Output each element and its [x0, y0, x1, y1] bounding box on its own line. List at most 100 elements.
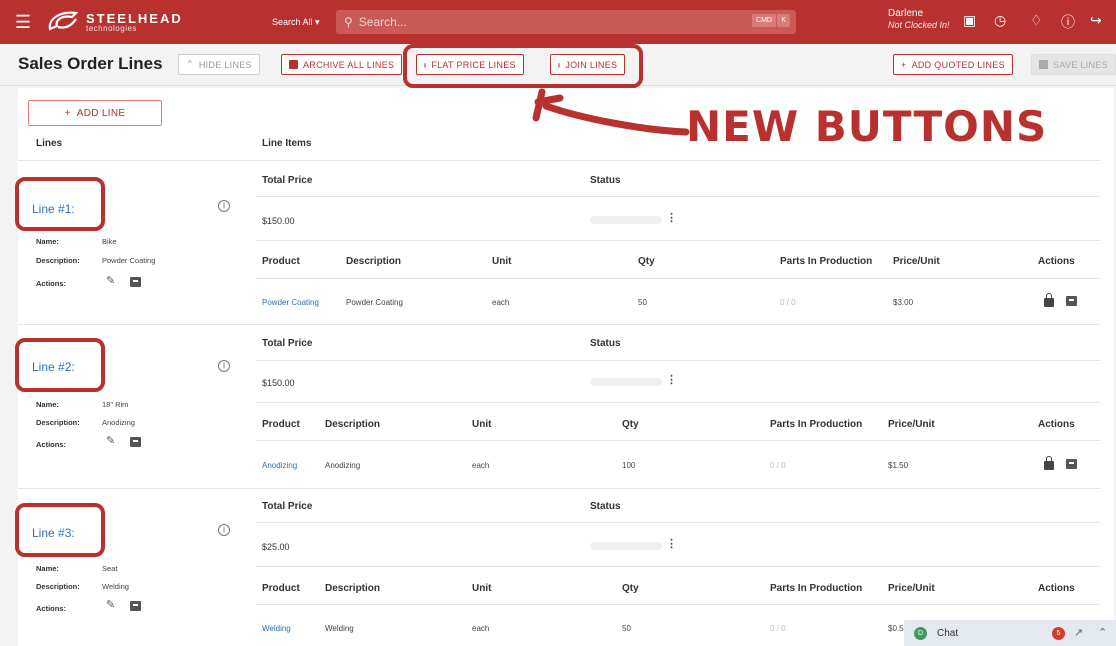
name-label: Name: [36, 237, 59, 246]
product-link[interactable]: Powder Coating [262, 298, 319, 307]
column-header: Product [262, 419, 300, 430]
sales-order-lines-panel: + ADD LINE Lines Line #1: i Name: Bike D… [18, 88, 1114, 646]
lines-header: Lines [36, 138, 63, 149]
save-icon [1039, 60, 1048, 69]
description-label: Description: [36, 582, 80, 591]
total-price-header: Total Price [262, 175, 313, 186]
archive-icon[interactable] [130, 437, 141, 447]
edit-pencil-icon[interactable]: ✎ [106, 274, 115, 287]
description-label: Description: [36, 418, 80, 427]
archive-icon[interactable] [130, 277, 141, 287]
brand-subtitle: technologies [86, 23, 137, 33]
info-icon[interactable]: i [218, 524, 230, 536]
item-parts: 0 / 0 [780, 298, 796, 307]
divider [256, 278, 1101, 279]
product-link[interactable]: Anodizing [262, 461, 297, 470]
more-options-icon[interactable]: ⋮ [666, 373, 677, 386]
logout-icon[interactable]: ↪ [1090, 12, 1102, 29]
actions-label: Actions: [36, 279, 66, 288]
total-price-value: $150.00 [262, 378, 295, 388]
edit-pencil-icon[interactable]: ✎ [106, 434, 115, 447]
status-dropdown[interactable] [590, 216, 662, 224]
more-options-icon[interactable]: ⋮ [666, 537, 677, 550]
item-unit: each [472, 624, 490, 633]
line-items-column: Line Items Total Price Status $150.00 ⋮ … [256, 88, 1114, 646]
search-icon: ⚲ [344, 15, 353, 29]
status-header: Status [590, 501, 621, 512]
description-label: Description: [36, 256, 80, 265]
info-icon[interactable]: i [218, 360, 230, 372]
search-scope-dropdown[interactable]: Search All ▾ [272, 17, 332, 28]
lock-icon[interactable] [1044, 456, 1054, 470]
column-header: Qty [622, 583, 639, 594]
bell-icon[interactable]: ♢ [1030, 12, 1043, 29]
chevron-up-icon: ⌃ [186, 59, 194, 69]
search-scope-label: Search All [272, 16, 313, 27]
menu-icon[interactable]: ☰ [0, 12, 46, 33]
camera-icon[interactable]: ▣ [963, 12, 976, 29]
divider [256, 488, 1101, 489]
chat-widget[interactable]: D Chat 5 ↗ ⌃ [904, 620, 1116, 646]
product-link[interactable]: Welding [262, 624, 291, 633]
lock-icon[interactable] [1044, 293, 1054, 307]
hide-lines-label: HIDE LINES [198, 59, 252, 70]
external-link-icon[interactable]: ↗ [1074, 626, 1083, 639]
add-line-button[interactable]: + ADD LINE [28, 100, 162, 126]
save-lines-button[interactable]: SAVE LINES [1031, 54, 1116, 75]
page-title: Sales Order Lines [18, 54, 163, 73]
column-header: Qty [622, 419, 639, 430]
info-icon[interactable]: i [218, 200, 230, 212]
column-header: Parts In Production [770, 583, 863, 594]
search-placeholder: Search... [358, 15, 407, 29]
divider [256, 522, 1101, 523]
divider [256, 196, 1101, 197]
item-price: $3.00 [893, 298, 914, 307]
name-label: Name: [36, 400, 59, 409]
avatar: D [914, 626, 927, 640]
item-price: $1.50 [888, 461, 909, 470]
item-parts: 0 / 0 [770, 624, 786, 633]
item-qty: 50 [622, 624, 631, 633]
chat-label: Chat [937, 627, 959, 639]
add-quoted-lines-button[interactable]: + ADD QUOTED LINES [893, 54, 1013, 75]
column-header: Actions [1038, 419, 1075, 430]
name-value: 18" Rim [102, 400, 129, 409]
archive-all-lines-button[interactable]: ARCHIVE ALL LINES [281, 54, 403, 75]
archive-icon[interactable] [1066, 459, 1077, 469]
name-value: Bike [102, 237, 117, 246]
column-header: Description [325, 583, 381, 594]
column-header: Description [325, 419, 381, 430]
column-header: Parts In Production [770, 419, 863, 430]
divider [256, 324, 1101, 325]
more-options-icon[interactable]: ⋮ [666, 211, 677, 224]
unread-badge: 5 [1052, 627, 1065, 640]
column-header: Actions [1038, 583, 1075, 594]
info-icon[interactable]: ⓘ [1061, 12, 1075, 32]
highlight-box [15, 503, 105, 557]
edit-pencil-icon[interactable]: ✎ [106, 598, 115, 611]
user-info[interactable]: Darlene Not Clocked In! [888, 8, 950, 31]
divider [256, 402, 1101, 403]
user-name: Darlene [888, 8, 924, 19]
clock-icon[interactable]: ◷ [994, 12, 1006, 29]
top-navigation-bar: ☰ STEELHEAD technologies Search All ▾ ⚲ … [0, 0, 1116, 44]
archive-icon[interactable] [1066, 296, 1077, 306]
chevron-down-icon: ▾ [315, 16, 320, 27]
archive-icon[interactable] [130, 601, 141, 611]
divider [256, 440, 1101, 441]
divider [256, 604, 1101, 605]
status-dropdown[interactable] [590, 542, 662, 550]
steelhead-logo-icon [48, 11, 79, 31]
total-price-value: $150.00 [262, 216, 295, 226]
item-description: Powder Coating [346, 298, 403, 307]
search-input[interactable]: ⚲ Search... CMD K [336, 10, 796, 34]
brand-logo[interactable]: STEELHEAD technologies [46, 9, 256, 35]
name-value: Seat [102, 564, 118, 573]
hide-lines-button[interactable]: ⌃ HIDE LINES [178, 54, 260, 75]
divider [256, 240, 1101, 241]
chevron-up-icon[interactable]: ⌃ [1098, 626, 1107, 639]
status-dropdown[interactable] [590, 378, 662, 386]
brand-name: STEELHEAD [86, 10, 183, 26]
column-header: Price/Unit [888, 419, 935, 430]
search-shortcut-key: K [777, 14, 790, 27]
